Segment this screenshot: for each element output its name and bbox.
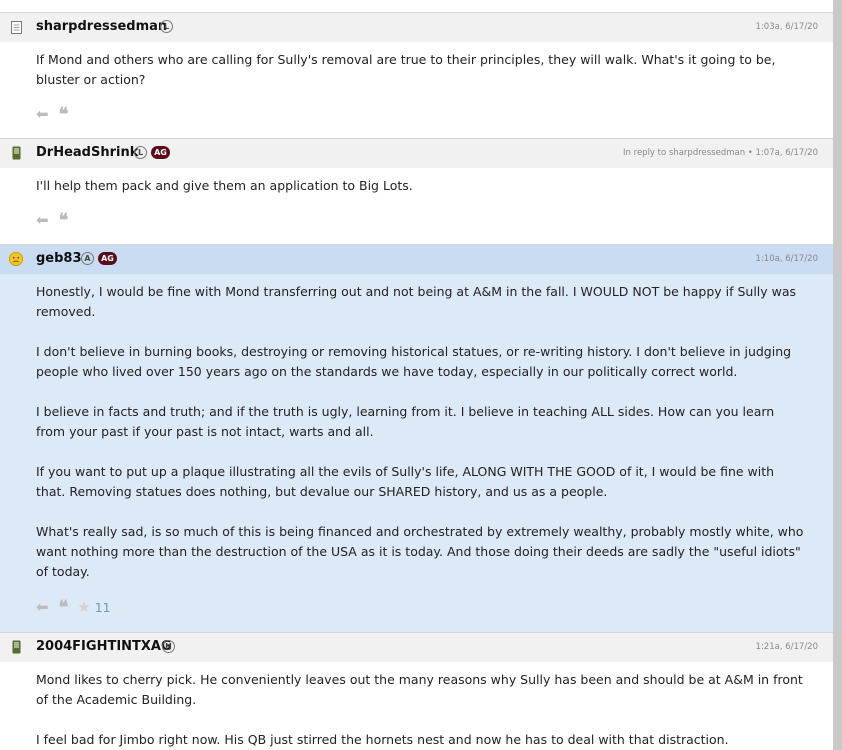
scrollbar[interactable] [833,0,842,750]
username-link[interactable]: 2004FIGHTINTXAG [36,639,172,654]
post-body: I'll help them pack and give them an app… [0,168,833,196]
username-link[interactable]: geb83 [36,251,82,266]
post-actions: ⬅ ❝ [0,90,833,138]
post-paragraph: I believe in facts and truth; and if the… [36,404,775,439]
badge-h: H [162,640,175,653]
post-actions: ⬅ ❝ ★ 11 [0,582,833,632]
badge-l: L [134,146,147,159]
post-paragraph: What's really sad, is so much of this is… [36,524,804,579]
badge-l: L [160,20,173,33]
post-body: If Mond and others who are calling for S… [0,42,833,90]
quote-icon[interactable]: ❝ [59,104,69,125]
post: 2004FIGHTINTXAG H 1:21a, 6/17/20 Mond li… [0,632,833,750]
username-link[interactable]: sharpdressedman [36,19,167,34]
post-body: Mond likes to cherry pick. He convenient… [0,662,833,750]
post-paragraph: I'll help them pack and give them an app… [36,178,413,193]
post-timestamp: 1:03a, 6/17/20 [755,22,818,32]
post-header: 2004FIGHTINTXAG H 1:21a, 6/17/20 [0,633,833,662]
post-header: geb83 A AG 1:10a, 6/17/20 [0,245,833,274]
post-body: Honestly, I would be fine with Mond tran… [0,274,833,582]
post-timestamp: 1:21a, 6/17/20 [755,642,818,652]
post-header: sharpdressedman L 1:03a, 6/17/20 [0,13,833,42]
reply-icon[interactable]: ⬅ [36,211,49,229]
badge-a: A [81,252,94,265]
document-icon [9,20,23,34]
quote-icon[interactable]: ❝ [59,210,69,231]
reply-icon[interactable]: ⬅ [36,105,49,123]
user-badges: L [160,20,173,33]
post-timestamp: 1:10a, 6/17/20 [755,254,818,264]
user-badges: H [162,640,175,653]
thread-feed: sharpdressedman L 1:03a, 6/17/20 If Mond… [0,0,833,750]
phone-icon [9,640,23,654]
reply-icon[interactable]: ⬅ [36,598,49,616]
phone-icon [9,146,23,160]
post-paragraph: I feel bad for Jimbo right now. His QB j… [36,732,729,747]
post-paragraph: Honestly, I would be fine with Mond tran… [36,284,797,319]
post-actions: ⬅ ❝ [0,196,833,244]
post-reply-meta[interactable]: In reply to sharpdressedman • 1:07a, 6/1… [623,148,818,158]
user-badges: A AG [81,252,117,265]
badge-ag: AG [98,252,117,265]
post-highlighted: geb83 A AG 1:10a, 6/17/20 Honestly, I wo… [0,244,833,632]
frown-emoji-icon [9,252,23,266]
user-badges: L AG [134,146,170,159]
post-paragraph: Mond likes to cherry pick. He convenient… [36,672,803,707]
post-paragraph: If you want to put up a plaque illustrat… [36,464,775,499]
star-icon[interactable]: ★ [77,598,90,616]
badge-ag: AG [151,146,170,159]
post-header: DrHeadShrink L AG In reply to sharpdress… [0,139,833,168]
username-link[interactable]: DrHeadShrink [36,145,138,160]
post: DrHeadShrink L AG In reply to sharpdress… [0,138,833,244]
post: sharpdressedman L 1:03a, 6/17/20 If Mond… [0,12,833,138]
post-paragraph: If Mond and others who are calling for S… [36,52,776,87]
star-count[interactable]: 11 [95,600,111,615]
post-paragraph: I don't believe in burning books, destro… [36,344,792,379]
quote-icon[interactable]: ❝ [59,597,69,618]
